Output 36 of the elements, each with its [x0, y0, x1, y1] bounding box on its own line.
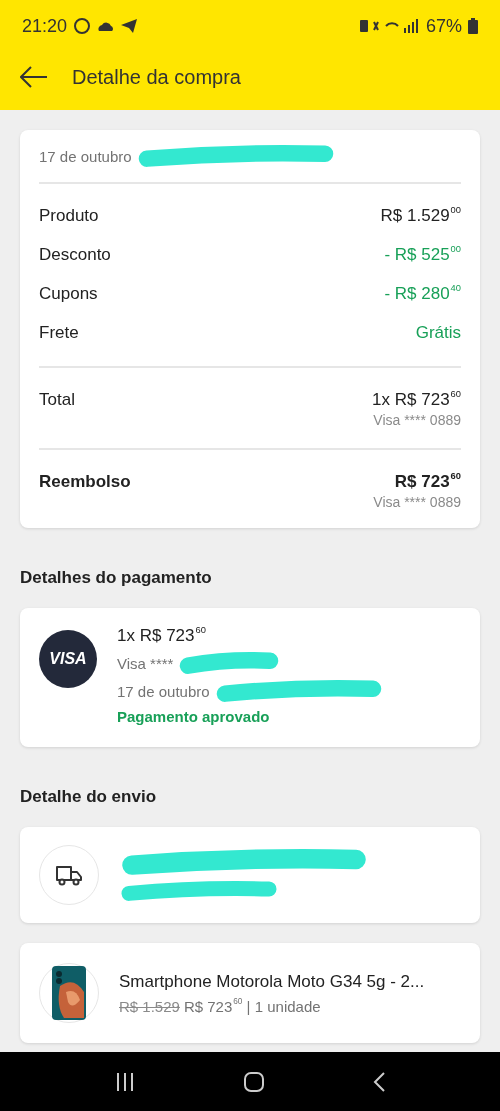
line-value: - R$ 280$^{40}$ [384, 283, 461, 304]
page-title: Detalhe da compra [72, 65, 241, 89]
purchase-date: 17 de outubro [39, 147, 132, 165]
section-heading: Detalhe do envio [20, 786, 158, 808]
line-label: Cupons [39, 283, 98, 304]
card-number: Visa **** [117, 654, 174, 672]
old-price: R$ 1.529 [119, 997, 180, 1015]
line-value: - R$ 525$^{00}$ [384, 244, 461, 265]
payment-date: 17 de outubro [117, 682, 210, 700]
back-arrow-icon[interactable] [20, 66, 48, 88]
total-label: Reembolso [39, 472, 131, 493]
home-icon[interactable] [244, 1071, 264, 1092]
product-price: R$ 723$^{60}$ | 1 unidade [183, 997, 321, 1015]
recent-apps-icon[interactable] [114, 1072, 135, 1091]
payment-amount: 1x R$ 723$^{60}$ [117, 626, 207, 646]
product-name: Smartphone Motorola Moto G34 5g - 2... [119, 971, 425, 992]
battery-percent: 67% [425, 15, 462, 37]
line-value: R$ 1.529$^{00}$ [380, 205, 461, 226]
truck-icon [55, 864, 83, 886]
line-value: Grátis [415, 322, 461, 343]
cloud-icon [97, 20, 116, 32]
line-label: Desconto [39, 244, 111, 265]
total-value: R$ 723$^{60}$ [394, 472, 461, 492]
section-heading: Detalhes do pagamento [20, 567, 213, 589]
status-time: 21:20 [22, 15, 68, 37]
battery-icon [468, 18, 478, 34]
card-number: Visa **** 0889 [373, 494, 461, 510]
total-label: Total [39, 390, 75, 411]
payment-status: Pagamento aprovado [117, 708, 271, 725]
send-icon [121, 19, 138, 33]
line-label: Frete [39, 322, 79, 343]
total-value: 1x R$ 723$^{60}$ [372, 390, 461, 410]
back-icon[interactable] [373, 1071, 386, 1092]
card-brand-logo: VISA [39, 630, 97, 688]
card-number: Visa **** 0889 [373, 412, 461, 428]
line-label: Produto [39, 205, 99, 226]
